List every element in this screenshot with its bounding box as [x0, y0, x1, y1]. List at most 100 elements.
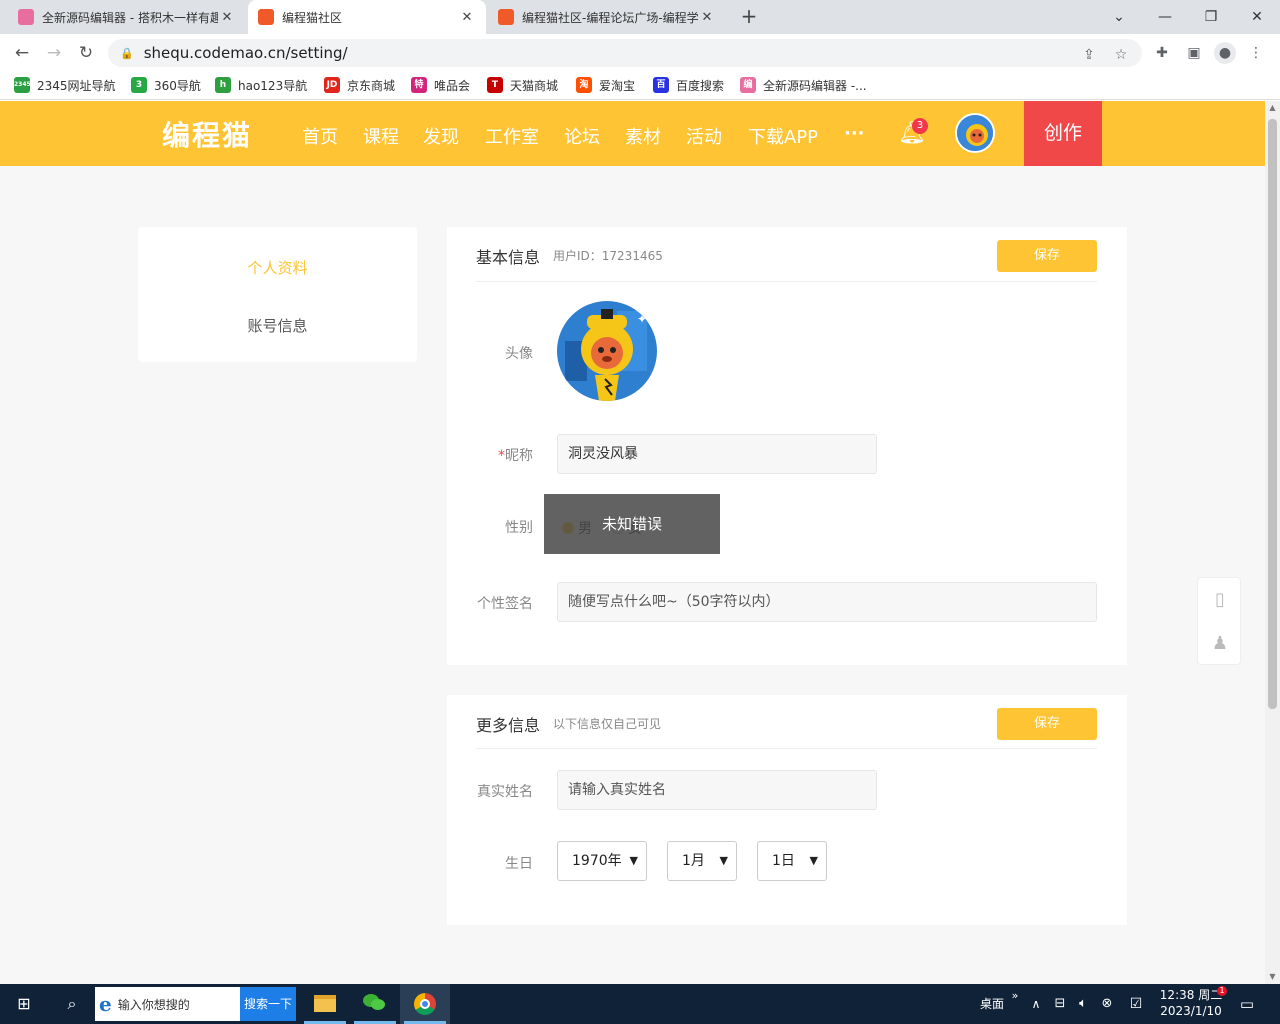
new-tab-icon[interactable]: +	[738, 6, 760, 28]
signature-input[interactable]: 随便写点什么吧~（50字符以内）	[557, 582, 1097, 622]
bookmark-label: 百度搜索	[676, 78, 725, 93]
bookmark-item[interactable]: h hao123导航	[215, 76, 307, 94]
volume-muted-icon[interactable]: 🔈︎	[1073, 984, 1093, 1024]
nav-download-app[interactable]: 下载APP	[748, 123, 818, 149]
notification-badge: 3	[912, 118, 928, 134]
action-center-icon[interactable]: ▭	[1236, 984, 1258, 1024]
floating-side-widget: ▯ ♟	[1197, 577, 1241, 665]
bookmark-favicon-icon: JD	[324, 77, 340, 93]
avatar-label: 头像	[505, 346, 533, 362]
bookmark-item[interactable]: 2345 2345网址导航	[14, 76, 116, 94]
nav-home[interactable]: 首页	[302, 123, 338, 149]
bookmark-label: hao123导航	[238, 78, 308, 93]
chevron-down-icon: ▼	[629, 854, 638, 867]
bookmark-star-icon[interactable]: ☆	[1110, 44, 1132, 66]
nav-activities[interactable]: 活动	[686, 123, 722, 149]
ie-icon: e	[99, 992, 112, 1016]
close-tab-icon[interactable]: ✕	[218, 10, 236, 25]
browser-tab-3[interactable]: 编程猫社区-编程论坛广场-编程学 ✕	[488, 0, 726, 34]
nav-more[interactable]: ···	[844, 123, 865, 144]
file-explorer-icon[interactable]	[300, 984, 350, 1024]
nav-studio[interactable]: 工作室	[485, 123, 539, 149]
windows-start-icon[interactable]: ⊞	[8, 984, 40, 1024]
bookmark-item[interactable]: T 天猫商城	[487, 76, 558, 94]
more-info-subtitle: 以下信息仅自己可见	[553, 717, 662, 731]
close-tab-icon[interactable]: ✕	[458, 10, 476, 25]
browser-tab-2[interactable]: 编程猫社区 ✕	[248, 0, 486, 34]
error-toast: 未知错误	[544, 494, 720, 554]
bookmark-item[interactable]: 3 360导航	[131, 76, 201, 94]
clock-badge: 1	[1217, 986, 1227, 996]
side-panel-icon[interactable]: ▣	[1183, 42, 1205, 64]
divider	[476, 748, 1097, 749]
page-scrollbar[interactable]: ▲ ▼	[1265, 101, 1280, 984]
gender-label: 性别	[505, 520, 533, 536]
address-bar[interactable]: 🔒 shequ.codemao.cn/setting/ ⇪ ☆	[108, 39, 1142, 67]
nav-forum[interactable]: 论坛	[564, 123, 600, 149]
nav-discover[interactable]: 发现	[423, 123, 459, 149]
nickname-input[interactable]: 洞灵没风暴	[557, 434, 877, 474]
back-icon[interactable]: ←	[10, 41, 34, 65]
bookmark-favicon-icon: T	[487, 77, 503, 93]
bookmark-item[interactable]: 特唯品会	[411, 76, 470, 94]
user-avatar[interactable]	[955, 113, 995, 153]
create-button[interactable]: 创作	[1024, 101, 1102, 166]
tab-title: 全新源码编辑器 - 搭积木一样有趣	[42, 10, 218, 25]
phone-icon[interactable]: ▯	[1198, 578, 1242, 622]
wechat-icon[interactable]	[350, 984, 400, 1024]
menu-item-profile[interactable]: 个人资料	[138, 257, 417, 278]
bookmark-label: 360导航	[154, 78, 201, 93]
menu-item-account[interactable]: 账号信息	[138, 315, 417, 336]
desktop-label[interactable]: 桌面	[972, 984, 1012, 1024]
system-clock[interactable]: 12:38 周二 2023/1/10	[1156, 987, 1226, 1019]
bookmark-item[interactable]: 编全新源码编辑器 -...	[740, 76, 867, 94]
profile-avatar[interactable]: ✦	[557, 301, 657, 401]
search-icon[interactable]: ⌕	[56, 984, 88, 1024]
scroll-up-icon[interactable]: ▲	[1265, 101, 1280, 115]
nav-materials[interactable]: 素材	[625, 123, 661, 149]
close-circle-icon[interactable]: ⊗	[1097, 984, 1117, 1024]
extensions-icon[interactable]: ✚	[1151, 42, 1173, 64]
close-window-icon[interactable]: ✕	[1245, 5, 1269, 29]
taskbar-search-button[interactable]: 搜索一下	[240, 987, 296, 1021]
bookmark-favicon-icon: 淘	[576, 77, 592, 93]
taskbar-search-placeholder: 输入你想搜的	[117, 997, 190, 1012]
birth-day-value: 1日	[772, 853, 795, 869]
tab-search-chevron-icon[interactable]: ⌄	[1107, 5, 1131, 29]
close-tab-icon[interactable]: ✕	[698, 10, 716, 25]
realname-input[interactable]: 请输入真实姓名	[557, 770, 877, 810]
scroll-down-icon[interactable]: ▼	[1265, 970, 1280, 984]
site-logo[interactable]: 编程猫	[162, 114, 252, 154]
menu-kebab-icon[interactable]: ⋮	[1245, 42, 1267, 64]
url-text: shequ.codemao.cn/setting/	[143, 44, 348, 62]
required-mark: *	[498, 448, 505, 464]
chrome-icon[interactable]	[400, 984, 450, 1024]
browser-tab-1[interactable]: 全新源码编辑器 - 搭积木一样有趣 ✕	[8, 0, 246, 34]
nav-courses[interactable]: 课程	[363, 123, 399, 149]
restore-icon[interactable]: ❐	[1199, 5, 1223, 29]
tray-up-icon[interactable]: ∧	[1027, 984, 1045, 1024]
share-icon[interactable]: ⇪	[1078, 44, 1100, 66]
scrollbar-thumb[interactable]	[1268, 119, 1277, 709]
chevron-right-icon[interactable]: »	[1008, 984, 1022, 1024]
more-info-title: 更多信息	[476, 716, 541, 735]
taskbar-search-input[interactable]: e 输入你想搜的	[95, 987, 240, 1021]
birth-day-select[interactable]: 1日 ▼	[757, 841, 827, 881]
bookmark-label: 爱淘宝	[599, 78, 636, 93]
chevron-down-icon: ▼	[719, 854, 728, 867]
minimize-icon[interactable]: —	[1153, 5, 1177, 29]
profile-icon[interactable]: ●	[1214, 42, 1236, 64]
save-more-button[interactable]: 保存	[997, 708, 1097, 740]
birth-year-select[interactable]: 1970年 ▼	[557, 841, 647, 881]
security-check-icon[interactable]: ☑	[1125, 984, 1147, 1024]
qq-icon[interactable]: ♟	[1198, 622, 1242, 666]
network-icon[interactable]: ⊟	[1050, 984, 1070, 1024]
bookmark-item[interactable]: 淘爱淘宝	[576, 76, 635, 94]
reload-icon[interactable]: ↻	[74, 41, 98, 65]
bookmark-item[interactable]: 百百度搜索	[653, 76, 724, 94]
forward-icon[interactable]: →	[42, 41, 66, 65]
save-basic-button[interactable]: 保存	[997, 240, 1097, 272]
basic-info-title: 基本信息	[476, 248, 541, 267]
birth-month-select[interactable]: 1月 ▼	[667, 841, 737, 881]
bookmark-item[interactable]: JD 京东商城	[324, 76, 395, 94]
